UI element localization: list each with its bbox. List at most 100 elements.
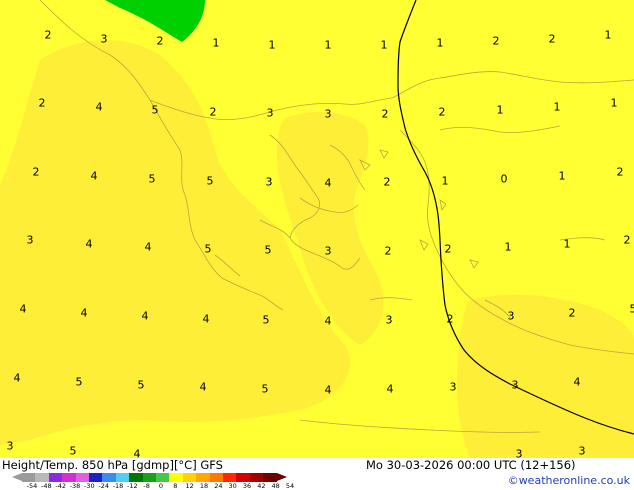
contour-value: 5 — [69, 444, 77, 458]
map-title: Height/Temp. 850 hPa [gdmp][°C] GFS — [2, 458, 223, 472]
legend-tick-label: -24 — [98, 482, 109, 490]
contour-value: 3 — [511, 378, 519, 392]
contour-value: 2 — [209, 105, 217, 119]
legend-tick-label: -42 — [55, 482, 66, 490]
legend-tick-label: -30 — [84, 482, 95, 490]
contour-value: 1 — [610, 96, 618, 110]
contour-value: 3 — [6, 439, 14, 453]
legend-tick-label: 18 — [199, 482, 209, 490]
contour-value: 2 — [44, 28, 52, 42]
contour-value: 4 — [141, 309, 149, 323]
legend-swatch — [48, 473, 63, 482]
contour-value: 4 — [144, 240, 152, 254]
contour-value: 3 — [265, 175, 273, 189]
contour-value: 2 — [446, 312, 454, 326]
contour-value: 4 — [386, 382, 394, 396]
contour-value: 5 — [261, 382, 269, 396]
legend-tick-label: -38 — [69, 482, 81, 490]
legend-tick-label: -12 — [127, 482, 138, 490]
map-canvas — [0, 0, 634, 458]
contour-value: 1 — [380, 38, 388, 52]
contour-value: 0 — [500, 172, 508, 186]
contour-value: 4 — [324, 383, 332, 397]
contour-value: 4 — [202, 312, 210, 326]
legend-swatch — [182, 473, 197, 482]
contour-value: 3 — [266, 106, 274, 120]
contour-value: 2 — [384, 244, 392, 258]
cool-field-north — [105, 0, 205, 42]
weather-map — [0, 0, 634, 458]
legend-tick-label: 42 — [257, 482, 266, 490]
legend-swatch — [223, 473, 237, 482]
contour-value: 4 — [324, 314, 332, 328]
contour-value: 4 — [199, 380, 207, 394]
legend-swatch — [249, 473, 264, 482]
contour-value: 4 — [573, 375, 581, 389]
contour-value: 1 — [558, 169, 566, 183]
warm-field-west — [0, 40, 350, 445]
legend-swatch — [115, 473, 130, 482]
legend-swatch — [75, 473, 90, 482]
color-legend — [12, 473, 290, 482]
legend-swatch — [129, 473, 144, 482]
legend-swatch — [22, 473, 36, 482]
contour-value: 5 — [262, 313, 270, 327]
contour-value: 1 — [504, 240, 512, 254]
contour-value: 1 — [563, 237, 571, 251]
contour-value: 2 — [492, 34, 500, 48]
contour-value: 2 — [444, 242, 452, 256]
legend-swatch — [209, 473, 224, 482]
contour-value: 4 — [324, 176, 332, 190]
contour-value: 2 — [438, 105, 446, 119]
contour-value: 5 — [206, 174, 214, 188]
contour-value: 1 — [604, 28, 612, 42]
source-credit[interactable]: ©weatheronline.co.uk — [508, 475, 630, 486]
legend-swatch — [236, 473, 251, 482]
legend-tick-label: 48 — [271, 482, 280, 490]
legend-tick-label: 8 — [173, 482, 178, 490]
contour-value: 1 — [496, 103, 504, 117]
contour-value: 3 — [507, 309, 515, 323]
contour-value: 5 — [204, 242, 212, 256]
contour-value: 4 — [90, 169, 98, 183]
contour-value: 3 — [26, 233, 34, 247]
contour-value: 5 — [629, 302, 634, 316]
legend-tick-label: 0 — [158, 482, 164, 490]
contour-value: 5 — [151, 103, 159, 117]
contour-value: 3 — [449, 380, 457, 394]
legend-swatch — [102, 473, 117, 482]
contour-value: 5 — [137, 378, 145, 392]
legend-arrow-left — [12, 473, 22, 481]
contour-value: 3 — [578, 444, 586, 458]
contour-value: 1 — [553, 100, 561, 114]
legend-tick-label: 36 — [242, 482, 252, 490]
legend-swatch — [263, 473, 278, 482]
legend-tick-label: 54 — [285, 482, 295, 490]
legend-swatch — [156, 473, 170, 482]
contour-value: 1 — [268, 38, 276, 52]
contour-value: 2 — [623, 233, 631, 247]
legend-tick-label: 12 — [185, 482, 194, 490]
legend-swatch — [89, 473, 103, 482]
legend-tick-label: 30 — [228, 482, 237, 490]
contour-value: 2 — [38, 96, 46, 110]
warm-field-southeast — [457, 294, 634, 458]
legend-swatch — [196, 473, 211, 482]
contour-value: 4 — [13, 371, 21, 385]
contour-value: 3 — [100, 32, 108, 46]
legend-tick-label: -8 — [143, 482, 150, 490]
contour-value: 1 — [212, 36, 220, 50]
legend-swatch — [62, 473, 77, 482]
contour-value: 4 — [95, 100, 103, 114]
contour-value: 4 — [19, 302, 27, 316]
contour-value: 3 — [324, 107, 332, 121]
contour-value: 1 — [436, 36, 444, 50]
legend-tick-label: -48 — [41, 482, 52, 490]
contour-value: 2 — [383, 175, 391, 189]
contour-value: 5 — [75, 375, 83, 389]
contour-value: 3 — [385, 313, 393, 327]
legend-arrow-right — [276, 473, 287, 481]
contour-value: 2 — [568, 306, 576, 320]
contour-value: 5 — [264, 243, 272, 257]
contour-value: 1 — [324, 38, 332, 52]
